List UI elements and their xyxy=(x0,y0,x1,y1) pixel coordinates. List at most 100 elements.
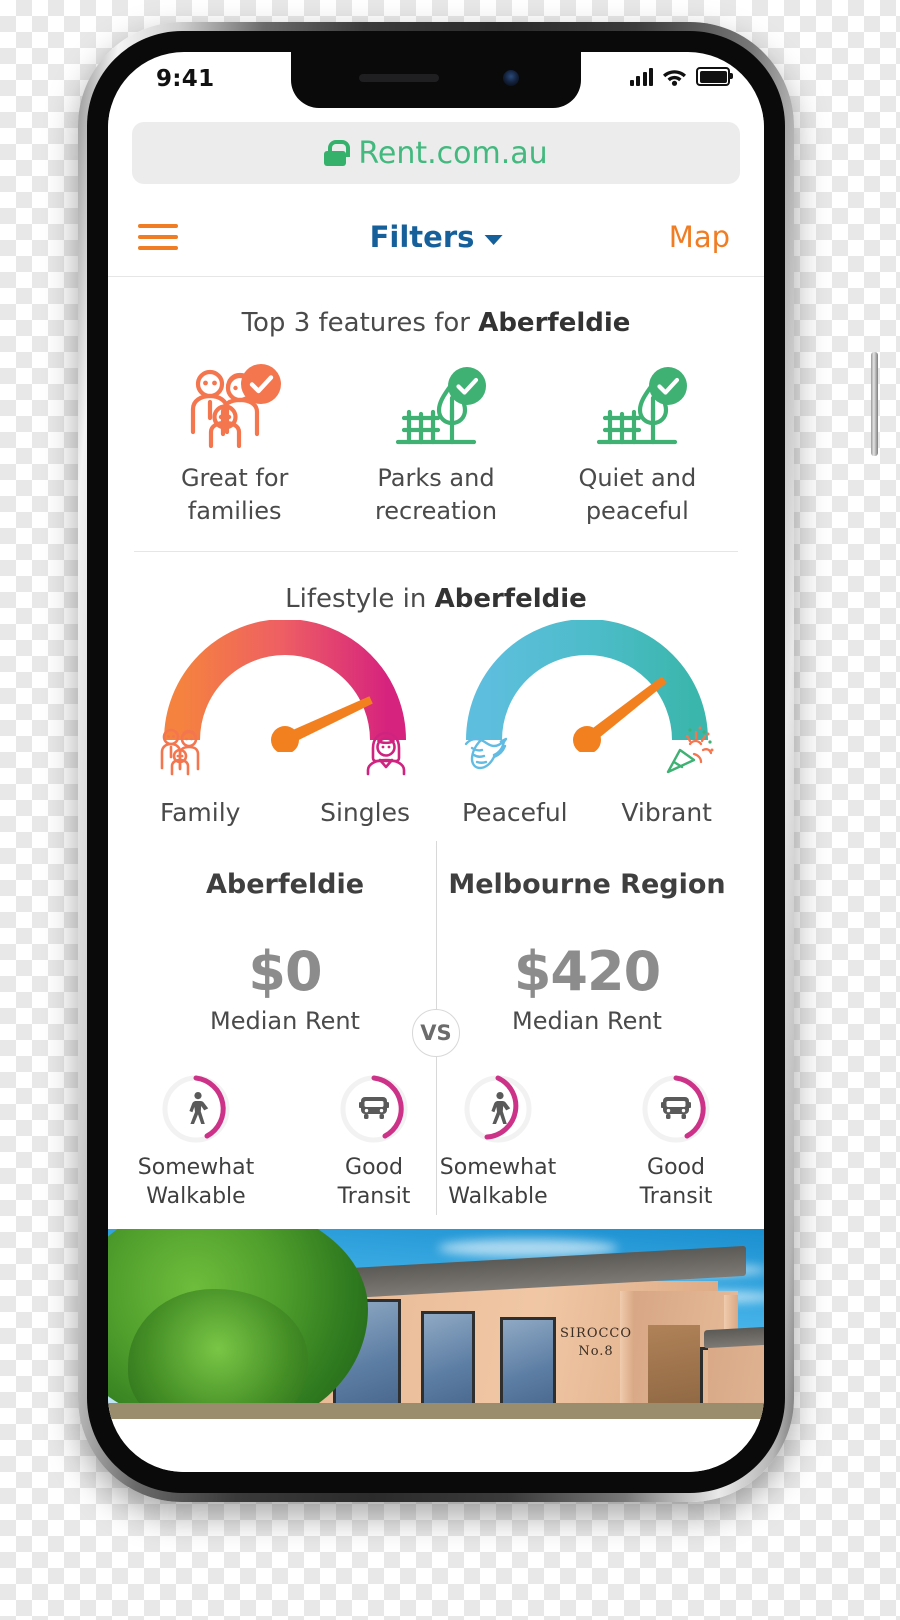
gauge-left-label: Family xyxy=(160,798,241,828)
gauge-right-label: Vibrant xyxy=(621,798,712,828)
feature-label-line1: Parks and xyxy=(377,464,495,492)
score-label-line2: Transit xyxy=(337,1184,411,1210)
wifi-icon xyxy=(662,67,687,86)
top-features-title-prefix: Top 3 features for xyxy=(241,308,479,338)
feature-label: Parks and recreation xyxy=(375,462,497,527)
score-label-line2: Walkable xyxy=(448,1184,548,1210)
gauge-labels: Family Singles xyxy=(160,798,410,827)
family-singles-gauge: Family Singles xyxy=(134,620,436,827)
feature-label-line1: Great for xyxy=(180,464,289,492)
park-bench-tree-check-icon xyxy=(384,362,488,448)
transit-score: Good Transit xyxy=(314,1073,434,1211)
score-list: Somewhat Walkable Good Transit xyxy=(136,1073,434,1211)
party-popper-icon xyxy=(660,724,716,780)
score-label-line1: Somewhat xyxy=(137,1155,255,1181)
single-person-icon xyxy=(358,724,414,780)
page-content[interactable]: Top 3 features for Aberfeldie Great for … xyxy=(108,276,764,1472)
property-photo[interactable]: SIROCCO No.8 xyxy=(108,1229,764,1420)
feature-item-quiet-and-peaceful[interactable]: Quiet and peaceful xyxy=(537,362,738,527)
walk-icon xyxy=(462,1073,534,1145)
median-rent-caption: Median Rent xyxy=(512,1007,662,1036)
comparison-section: VS Aberfeldie $0 Median Rent Somewhat Wa… xyxy=(108,837,764,1229)
feature-label-line2: recreation xyxy=(374,496,498,525)
comparison-columns: VS Aberfeldie $0 Median Rent Somewhat Wa… xyxy=(134,837,738,1229)
hamburger-menu-icon[interactable] xyxy=(138,224,178,252)
feature-label: Quiet and peaceful xyxy=(578,462,696,527)
score-label-line2: Transit xyxy=(639,1184,713,1210)
lifestyle-title-prefix: Lifestyle in xyxy=(285,584,435,615)
transit-score-ring xyxy=(338,1073,410,1145)
park-bench-tree-check-icon xyxy=(585,362,689,448)
transit-score-label: Good Transit xyxy=(640,1153,713,1211)
family-icon xyxy=(156,724,212,780)
gauge-labels: Peaceful Vibrant xyxy=(462,798,712,827)
gauge-endpoint-icons xyxy=(462,724,714,788)
walk-icon xyxy=(160,1073,232,1145)
photo-tree xyxy=(128,1289,308,1420)
gauge-left-label: Peaceful xyxy=(462,798,568,828)
score-label-line1: Somewhat xyxy=(439,1155,557,1181)
comparison-column-aberfeldie: Aberfeldie $0 Median Rent Somewhat Walka… xyxy=(134,851,436,1211)
feature-label-line2: families xyxy=(187,496,282,525)
family-check-icon xyxy=(183,362,287,448)
cellular-signal-icon xyxy=(629,68,653,86)
walk-score: Somewhat Walkable xyxy=(438,1073,558,1211)
photo-sign-line2: No.8 xyxy=(578,1343,614,1359)
score-label-line1: Good xyxy=(345,1155,403,1181)
transit-score-label: Good Transit xyxy=(338,1153,411,1211)
dove-icon xyxy=(458,724,514,780)
bus-icon xyxy=(338,1073,410,1145)
comparison-area-name: Melbourne Region xyxy=(448,869,726,901)
peaceful-vibrant-gauge: Peaceful Vibrant xyxy=(436,620,738,827)
top-features-title-suburb: Aberfeldie xyxy=(478,308,631,338)
photo-ground xyxy=(108,1403,764,1420)
photo-house-sign: SIROCCO No.8 xyxy=(560,1325,632,1360)
phone-bezel: 9:41 Rent.com.au Filters Map Top 3 featu… xyxy=(87,31,785,1493)
walk-score-label: Somewhat Walkable xyxy=(440,1153,556,1211)
walk-score-label: Somewhat Walkable xyxy=(138,1153,254,1211)
lifestyle-title-suburb: Aberfeldie xyxy=(434,584,587,615)
lifestyle-section: Lifestyle in Aberfeldie Family Singles P… xyxy=(108,552,764,837)
walk-score-ring xyxy=(462,1073,534,1145)
lifestyle-gauges: Family Singles Peaceful Vibrant xyxy=(134,620,738,837)
median-rent-caption: Median Rent xyxy=(210,1007,360,1036)
feature-label: Great for families xyxy=(181,462,288,527)
filters-label: Filters xyxy=(369,220,475,254)
comparison-area-name: Aberfeldie xyxy=(205,869,365,901)
map-button[interactable]: Map xyxy=(669,220,730,254)
transit-score: Good Transit xyxy=(616,1073,736,1211)
lock-icon xyxy=(324,140,351,166)
power-button[interactable] xyxy=(871,352,878,456)
feature-label-line2: peaceful xyxy=(585,496,689,525)
photo-sign-line1: SIROCCO xyxy=(560,1326,633,1342)
top-features-title: Top 3 features for Aberfeldie xyxy=(134,276,738,338)
feature-item-parks-and-recreation[interactable]: Parks and recreation xyxy=(335,362,536,527)
address-bar[interactable]: Rent.com.au xyxy=(132,122,740,184)
filters-button[interactable]: Filters xyxy=(370,220,503,254)
comparison-column-melbourne-region: Melbourne Region $420 Median Rent Somewh… xyxy=(436,851,738,1211)
gauge-right-label: Singles xyxy=(320,798,410,828)
median-rent-value: $0 xyxy=(248,940,322,1004)
walk-score: Somewhat Walkable xyxy=(136,1073,256,1211)
top-features-list: Great for families Parks and recreation … xyxy=(134,362,738,551)
top-features-section: Top 3 features for Aberfeldie Great for … xyxy=(108,276,764,551)
score-list: Somewhat Walkable Good Transit xyxy=(438,1073,736,1211)
feature-item-great-for-families[interactable]: Great for families xyxy=(134,362,335,527)
browser-url-bar: Rent.com.au xyxy=(108,108,764,200)
gauge-endpoint-icons xyxy=(160,724,410,788)
app-nav-bar: Filters Map xyxy=(108,200,764,277)
median-rent-value: $420 xyxy=(513,940,661,1004)
url-text: Rent.com.au xyxy=(358,135,548,171)
status-bar: 9:41 xyxy=(108,52,764,108)
vs-badge: VS xyxy=(412,1009,460,1058)
phone-frame: 9:41 Rent.com.au Filters Map Top 3 featu… xyxy=(78,22,878,1502)
phone-screen: 9:41 Rent.com.au Filters Map Top 3 featu… xyxy=(108,52,764,1472)
bus-icon xyxy=(640,1073,712,1145)
status-indicators xyxy=(629,67,733,86)
score-label-line1: Good xyxy=(647,1155,705,1181)
score-label-line2: Walkable xyxy=(146,1184,246,1210)
battery-icon xyxy=(696,67,733,86)
status-time: 9:41 xyxy=(156,66,215,92)
walk-score-ring xyxy=(160,1073,232,1145)
transit-score-ring xyxy=(640,1073,712,1145)
